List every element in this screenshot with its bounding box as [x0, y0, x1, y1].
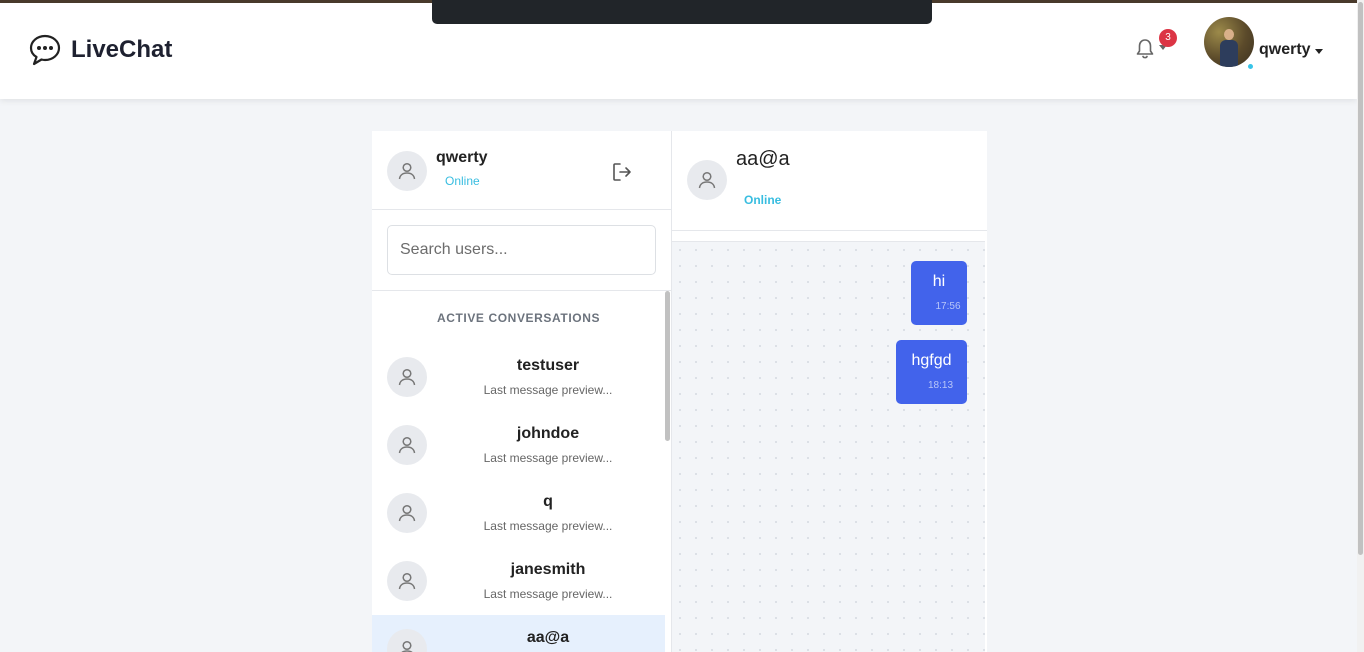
message-bubble-outgoing[interactable]: hgfgd 18:13	[896, 340, 967, 404]
user-icon	[398, 572, 416, 590]
message-time: 17:56	[935, 301, 961, 312]
conversation-name: testuser	[516, 357, 580, 374]
avatar	[387, 357, 427, 397]
user-icon	[398, 368, 416, 386]
brand-logo[interactable]: LiveChat	[28, 33, 172, 67]
user-icon	[398, 504, 416, 522]
bell-icon[interactable]	[1135, 38, 1155, 60]
conversation-list: ACTIVE CONVERSATIONS testuser Last messa…	[372, 291, 665, 652]
message-bubble-outgoing[interactable]: hi 17:56	[911, 261, 967, 325]
conversation-preview: Last message preview...	[483, 451, 613, 465]
conversation-name: janesmith	[510, 561, 586, 578]
chat-panel: aa@a Online hi 17:56 hgfgd 18:13	[672, 131, 987, 652]
current-user-name: qwerty	[436, 149, 488, 166]
contact-status: Online	[744, 193, 782, 207]
current-user-avatar	[387, 151, 427, 191]
message-text: hgfgd	[911, 352, 952, 369]
avatar	[387, 425, 427, 465]
avatar[interactable]	[1204, 17, 1254, 67]
sidebar-header: qwerty Online	[372, 131, 671, 210]
page-scrollbar-thumb[interactable]	[1358, 2, 1363, 555]
search-bar	[372, 211, 671, 291]
conversation-name: q	[543, 493, 553, 510]
chat-bubble-icon	[29, 34, 61, 66]
user-icon	[398, 162, 416, 180]
chevron-down-icon[interactable]	[1315, 49, 1323, 54]
conversation-preview: Last message preview...	[483, 519, 613, 533]
user-icon	[401, 640, 413, 652]
online-status-dot	[1246, 62, 1255, 71]
avatar	[387, 493, 427, 533]
avatar	[387, 561, 427, 601]
list-item[interactable]: janesmith Last message preview...	[372, 547, 665, 615]
toast-notification	[432, 0, 932, 24]
list-item[interactable]: q Last message preview...	[372, 479, 665, 547]
current-user-status: Online	[445, 174, 480, 188]
conversation-name: aa@a	[526, 629, 570, 646]
chat-header: aa@a Online	[672, 131, 987, 231]
conversation-sidebar: qwerty Online ACTIVE CONVERSATIONS testu…	[372, 131, 672, 652]
user-icon	[398, 436, 416, 454]
avatar-person-head	[1224, 29, 1234, 40]
list-item[interactable]: johndoe Last message preview...	[372, 411, 665, 479]
message-list[interactable]: hi 17:56 hgfgd 18:13	[672, 241, 985, 652]
contact-name: aa@a	[736, 148, 790, 170]
conversation-preview: Last message preview...	[483, 587, 613, 601]
conversation-name: johndoe	[516, 425, 580, 442]
contact-avatar	[687, 160, 727, 200]
user-menu-name[interactable]: qwerty	[1259, 41, 1311, 59]
search-input[interactable]	[387, 225, 656, 275]
logout-icon[interactable]	[611, 161, 633, 183]
message-time: 18:13	[927, 380, 954, 391]
avatar-person-body	[1220, 40, 1238, 67]
avatar	[387, 629, 427, 652]
notification-badge: 3	[1159, 29, 1177, 47]
section-title: ACTIVE CONVERSATIONS	[436, 311, 601, 325]
list-item-active[interactable]: aa@a	[372, 615, 665, 652]
user-icon	[698, 171, 716, 189]
brand-name: LiveChat	[71, 36, 173, 63]
message-text: hi	[932, 273, 946, 290]
list-item[interactable]: testuser Last message preview...	[372, 343, 665, 411]
sidebar-scrollbar-thumb[interactable]	[665, 291, 670, 441]
conversation-preview: Last message preview...	[483, 383, 613, 397]
